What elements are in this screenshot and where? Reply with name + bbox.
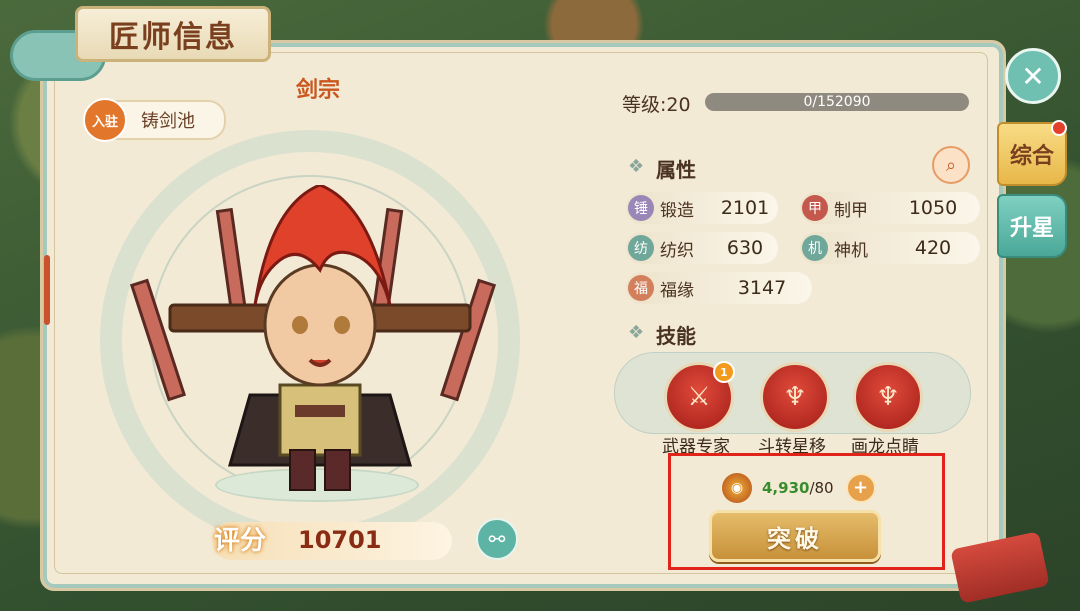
- attribute-value: 3147: [737, 277, 787, 299]
- highlight-box: [668, 453, 945, 570]
- attribute-row: 甲 制甲 1050: [800, 192, 980, 224]
- score-value: 10701: [298, 526, 382, 554]
- character-name: 剑宗: [296, 78, 341, 103]
- drawer-handle[interactable]: [44, 255, 50, 325]
- skill-finishing-touch[interactable]: ♆: [853, 362, 923, 432]
- attribute-row: 机 神机 420: [800, 232, 980, 264]
- gear-icon: 机: [802, 235, 828, 261]
- attribute-value: 630: [726, 237, 764, 259]
- sword-left-icon: [130, 278, 187, 402]
- attribute-row: 福 福缘 3147: [626, 272, 812, 304]
- anvil-icon: 锤: [628, 195, 654, 221]
- skill-weapon-expert[interactable]: ⚔ 1: [664, 361, 735, 432]
- skill-level-badge: 1: [713, 361, 735, 383]
- attribute-row: 纺 纺织 630: [626, 232, 778, 264]
- attribute-row: 锤 锻造 2101: [626, 192, 778, 224]
- level-progress-text: 0/152090: [803, 94, 871, 110]
- attribute-value: 2101: [720, 197, 770, 219]
- thread-icon: 纺: [628, 235, 654, 261]
- fortune-icon: 福: [628, 275, 654, 301]
- attribute-name: 纺织: [660, 240, 694, 261]
- station-tag[interactable]: 入驻 铸剑池: [83, 98, 226, 142]
- page-title: 匠师信息: [109, 20, 237, 55]
- attributes-title: 属性: [656, 158, 696, 182]
- station-name: 铸剑池: [141, 111, 195, 132]
- attribute-detail-button[interactable]: ⌕: [932, 146, 970, 184]
- attribute-name: 制甲: [834, 200, 868, 221]
- diamond-bullet-icon: ❖: [628, 322, 645, 343]
- notification-dot: [1051, 120, 1067, 136]
- title-banner: 匠师信息: [75, 6, 271, 62]
- close-icon: ✕: [1021, 59, 1045, 93]
- tab-general[interactable]: 综合: [997, 120, 1067, 186]
- skill-star-shift[interactable]: ♆: [760, 362, 830, 432]
- chalice-skill-icon: ♆: [876, 382, 900, 412]
- armor-icon: 甲: [802, 195, 828, 221]
- level-label: 等级:20: [622, 94, 691, 116]
- close-button[interactable]: ✕: [1005, 48, 1061, 104]
- share-icon: ⚯: [488, 527, 506, 551]
- attribute-name: 福缘: [660, 280, 694, 301]
- character-portrait[interactable]: [130, 185, 510, 495]
- sword-right-icon: [439, 278, 497, 402]
- magnifier-icon: ⌕: [945, 154, 957, 176]
- tab-star-up-label: 升星: [1009, 216, 1054, 241]
- diamond-bullet-icon: ❖: [628, 156, 645, 177]
- chalice-skill-icon: ♆: [783, 382, 807, 412]
- attribute-value: 420: [914, 237, 952, 259]
- skills-title: 技能: [656, 324, 696, 348]
- score-label: 评分: [214, 526, 267, 556]
- attribute-name: 锻造: [660, 200, 694, 221]
- share-button[interactable]: ⚯: [476, 518, 518, 560]
- attribute-name: 神机: [834, 240, 868, 261]
- attribute-value: 1050: [908, 197, 958, 219]
- station-badge: 入驻: [83, 98, 127, 142]
- tab-general-label: 综合: [1009, 144, 1054, 169]
- tab-star-up[interactable]: 升星: [997, 194, 1067, 258]
- weapon-skill-icon: ⚔: [687, 382, 711, 412]
